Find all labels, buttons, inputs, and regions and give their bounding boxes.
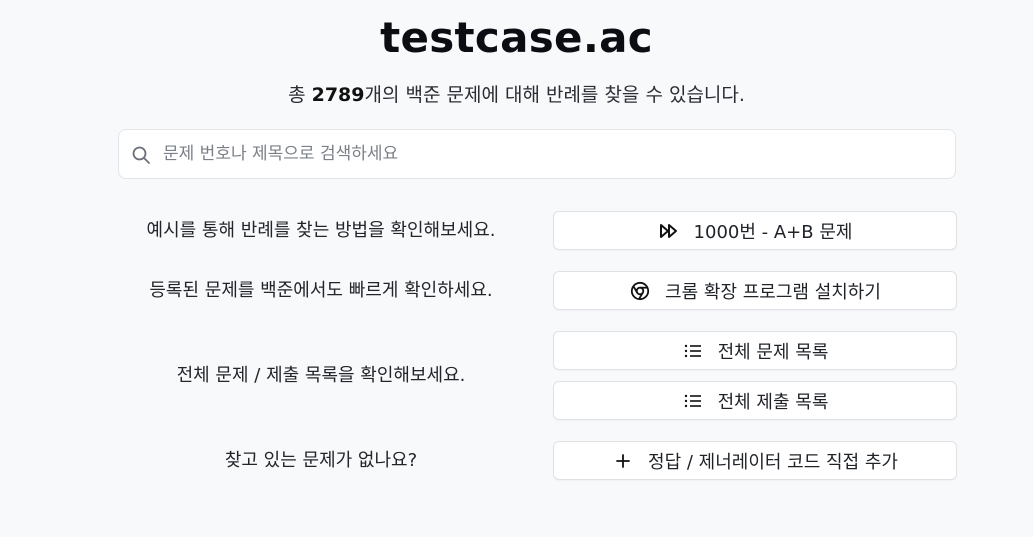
missing-problem-label: 찾고 있는 문제가 없나요? bbox=[224, 450, 418, 471]
example-label: 예시를 통해 반례를 찾는 방법을 확인해보세요. bbox=[146, 220, 496, 241]
search-box[interactable] bbox=[118, 129, 956, 179]
list-icon bbox=[682, 340, 704, 362]
example-problem-button-label: 1000번 - A+B 문제 bbox=[693, 221, 853, 243]
add-code-button[interactable]: 정답 / 제너레이터 코드 직접 추가 bbox=[553, 441, 957, 480]
lists-label: 전체 문제 / 제출 목록을 확인해보세요. bbox=[176, 365, 466, 386]
chrome-icon bbox=[629, 280, 651, 302]
problem-list-button[interactable]: 전체 문제 목록 bbox=[553, 331, 957, 370]
chrome-extension-button-label: 크롬 확장 프로그램 설치하기 bbox=[665, 281, 881, 303]
site-subtitle: 총 2789개의 백준 문제에 대해 반례를 찾을 수 있습니다. bbox=[0, 81, 1033, 109]
subtitle-suffix: 개의 백준 문제에 대해 반례를 찾을 수 있습니다. bbox=[364, 84, 745, 106]
submission-list-button-label: 전체 제출 목록 bbox=[717, 391, 829, 413]
search-icon bbox=[132, 146, 150, 164]
problem-list-button-label: 전체 문제 목록 bbox=[717, 341, 829, 363]
site-title: testcase.ac bbox=[380, 13, 653, 62]
example-problem-button[interactable]: 1000번 - A+B 문제 bbox=[553, 211, 957, 250]
chrome-extension-button[interactable]: 크롬 확장 프로그램 설치하기 bbox=[553, 271, 957, 310]
submission-list-button[interactable]: 전체 제출 목록 bbox=[553, 381, 957, 420]
problem-count: 2789 bbox=[311, 84, 365, 106]
plus-icon bbox=[612, 450, 634, 472]
add-code-button-label: 정답 / 제너레이터 코드 직접 추가 bbox=[648, 451, 898, 473]
extension-label: 등록된 문제를 백준에서도 빠르게 확인하세요. bbox=[149, 280, 493, 301]
list-icon bbox=[682, 390, 704, 412]
search-input[interactable] bbox=[163, 130, 943, 178]
subtitle-prefix: 총 bbox=[288, 84, 312, 106]
fast-forward-icon bbox=[658, 220, 680, 242]
